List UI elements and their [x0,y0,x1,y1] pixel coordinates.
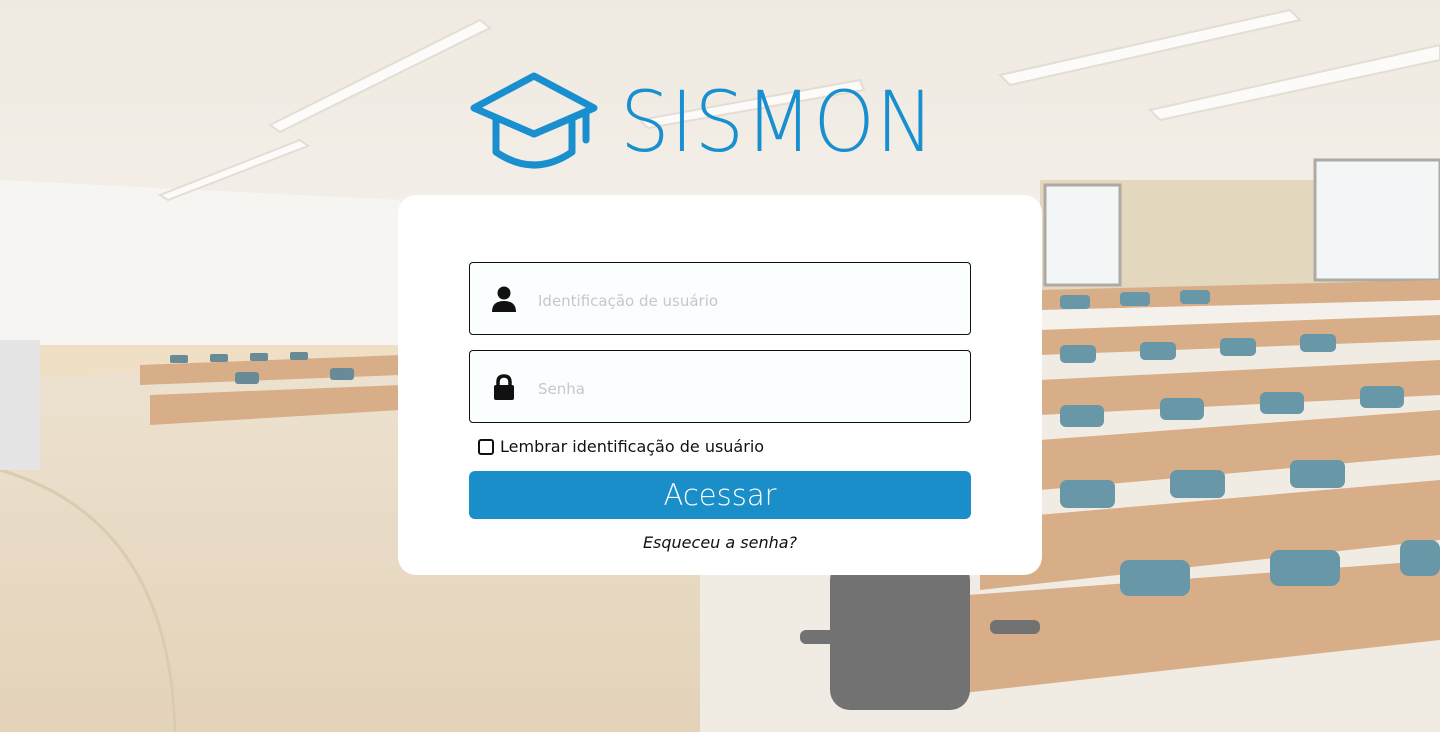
remember-checkbox[interactable] [478,438,494,455]
login-card: Lembrar identificação de usuário Acessar… [398,195,1042,575]
user-icon [470,285,538,313]
password-field[interactable] [469,350,971,423]
forgot-password-link[interactable]: Esqueceu a senha? [398,533,1042,552]
lock-icon [470,373,538,401]
brand-logo: SISMON [468,70,959,174]
submit-button[interactable]: Acessar [469,471,971,519]
remember-user-option[interactable]: Lembrar identificação de usuário [478,437,764,456]
username-field[interactable] [469,262,971,335]
brand-name: SISMON [620,73,936,171]
graduation-cap-icon [470,72,598,169]
remember-label: Lembrar identificação de usuário [500,437,765,456]
password-input[interactable] [538,351,970,422]
username-input[interactable] [538,263,970,334]
